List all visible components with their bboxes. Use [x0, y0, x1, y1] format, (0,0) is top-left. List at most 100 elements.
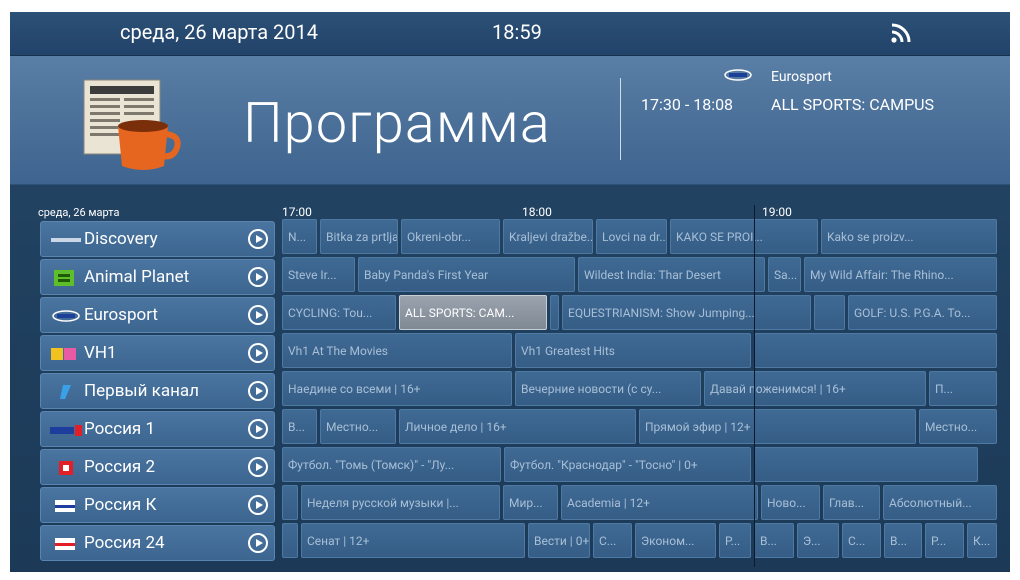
program-cell[interactable] [814, 295, 845, 330]
program-cell[interactable]: N... [282, 219, 317, 254]
now-playing-channel: Eurosport [771, 69, 832, 85]
rossiya-k-logo [55, 500, 75, 512]
channel-row[interactable]: Россия 24 [40, 525, 275, 561]
program-cell[interactable]: Прямой эфир | 12+ [639, 409, 916, 444]
program-row: CYCLING: Tou... ALL SPORTS: CAM... EQUESTR… [282, 295, 1000, 331]
program-cell[interactable]: Глав... [823, 485, 880, 520]
program-row: Сенат | 12+ Вести | 0+ С... Эконом... Р... В.… [282, 523, 1000, 559]
program-cell[interactable]: Baby Panda's First Year [358, 257, 575, 292]
program-cell[interactable]: Давай поженимся! | 16+ [704, 371, 926, 406]
program-row: N...Bitka za prtlja...Okreni-obr...Kralj… [282, 219, 1000, 255]
play-icon[interactable] [248, 533, 268, 553]
rossiya-24-logo [55, 538, 75, 550]
program-row: Футбол. "Томь (Томск)" - "Лу... Футбол. "… [282, 447, 1000, 483]
program-cell[interactable] [754, 333, 997, 368]
program-cell[interactable]: К... [967, 523, 997, 558]
program-cell[interactable]: Lovci na dr... [596, 219, 667, 254]
vh1-logo [51, 348, 76, 360]
program-cell[interactable]: Steve Ir... [282, 257, 355, 292]
program-cell[interactable] [754, 447, 978, 482]
program-cell[interactable]: KAKO SE PROI... [670, 219, 818, 254]
status-time: 18:59 [492, 20, 542, 44]
program-cell[interactable]: С... [842, 523, 881, 558]
app-header: Программа Eurosport 17:30 - 18:08 ALL SP… [10, 56, 1010, 185]
program-cell[interactable]: П... [929, 371, 997, 406]
channel-name: Россия К [84, 495, 157, 515]
program-cell[interactable]: EQUESTRIANISM: Show Jumping... [562, 295, 811, 330]
play-icon[interactable] [248, 305, 268, 325]
program-cell[interactable]: В... [282, 409, 317, 444]
channel-row[interactable]: Eurosport [40, 297, 275, 333]
program-cell[interactable]: GOLF: U.S. P.G.A. To... [848, 295, 997, 330]
program-cell[interactable]: Okreni-obr... [401, 219, 500, 254]
program-cell[interactable]: CYCLING: Tou... [282, 295, 396, 330]
program-cell[interactable]: Academia | 12+ [561, 485, 758, 520]
play-icon[interactable] [248, 419, 268, 439]
channel-name: VH1 [84, 343, 117, 363]
channel-row[interactable]: Россия К [40, 487, 275, 523]
now-playing-title: ALL SPORTS: CAMPUS [771, 95, 935, 114]
program-cell[interactable]: Наедине со всеми | 16+ [282, 371, 512, 406]
program-cell[interactable]: Футбол. "Томь (Томск)" - "Лу... [282, 447, 501, 482]
channel-row[interactable]: VH1 [40, 335, 275, 371]
program-cell[interactable]: Неделя русской музыки |... [301, 485, 500, 520]
program-cell[interactable]: Местно... [320, 409, 396, 444]
program-cell[interactable]: Kako se proizv... [821, 219, 997, 254]
rossiya-2-logo [59, 461, 73, 475]
status-date: среда, 26 марта 2014 [120, 20, 319, 44]
channel-row[interactable]: Discovery [40, 221, 275, 257]
program-cell[interactable]: В... [884, 523, 922, 558]
channel-name: Россия 24 [84, 533, 165, 553]
program-cell[interactable] [282, 523, 298, 558]
rss-icon[interactable] [890, 22, 912, 44]
program-cell-selected[interactable]: ALL SPORTS: CAM... [399, 295, 547, 330]
program-cell[interactable]: Vh1 Greatest Hits [515, 333, 751, 368]
program-cell[interactable] [282, 485, 298, 520]
program-cell[interactable]: Мир... [503, 485, 558, 520]
play-icon[interactable] [248, 343, 268, 363]
program-cell[interactable]: Местно... [919, 409, 997, 444]
program-cell[interactable]: Футбол. "Краснодар" - "Тосно" | 0+ [504, 447, 751, 482]
program-cell[interactable]: Р... [925, 523, 964, 558]
channel-row[interactable]: Первый канал [40, 373, 275, 409]
guide-date: среда, 26 марта [38, 206, 120, 219]
program-row: Vh1 At The Movies Vh1 Greatest Hits [282, 333, 1000, 369]
program-cell[interactable]: My Wild Affair: The Rhino... [804, 257, 997, 292]
play-icon[interactable] [248, 381, 268, 401]
program-cell[interactable]: Э... [797, 523, 839, 558]
program-cell[interactable]: Sa... [768, 257, 801, 292]
play-icon[interactable] [248, 229, 268, 249]
channel-name: Россия 1 [84, 419, 156, 439]
program-cell[interactable]: В... [754, 523, 794, 558]
program-cell[interactable]: Сенат | 12+ [301, 523, 525, 558]
program-cell[interactable]: Эконом... [635, 523, 716, 558]
program-cell[interactable]: Вечерние новости (с су... [515, 371, 701, 406]
newspaper-coffee-icon [83, 79, 181, 170]
channel-row[interactable]: Animal Planet [40, 259, 275, 295]
channel-row[interactable]: Россия 1 [40, 411, 275, 447]
channel-row[interactable]: Россия 2 [40, 449, 275, 485]
time-tick: 17:00 [282, 205, 312, 219]
program-cell[interactable]: Kraljevi dražbe... [503, 219, 593, 254]
program-cell[interactable]: Ново... [761, 485, 820, 520]
program-row: Steve Ir... Baby Panda's First Year Wildes… [282, 257, 1000, 293]
play-icon[interactable] [248, 495, 268, 515]
program-cell[interactable]: Абсолютный... [883, 485, 997, 520]
program-cell[interactable]: Вести | 0+ [528, 523, 590, 558]
program-cell[interactable] [550, 295, 559, 330]
channel-name: Discovery [84, 229, 158, 249]
page-title: Программа [243, 90, 551, 156]
program-cell[interactable]: Vh1 At The Movies [282, 333, 512, 368]
program-cell[interactable]: Bitka za prtlja... [320, 219, 398, 254]
time-tick: 18:00 [522, 205, 552, 219]
rossiya-1-logo [50, 425, 82, 436]
play-icon[interactable] [248, 457, 268, 477]
play-icon[interactable] [248, 267, 268, 287]
status-bar: среда, 26 марта 2014 18:59 [10, 12, 1010, 56]
program-cell[interactable]: Личное дело | 16+ [399, 409, 636, 444]
program-cell[interactable]: С... [593, 523, 632, 558]
channel-name: Россия 2 [84, 457, 156, 477]
program-cell[interactable]: Р... [719, 523, 751, 558]
program-cell[interactable]: Wildest India: Thar Desert [578, 257, 765, 292]
tv-guide-screen: среда, 26 марта 2014 18:59 Программа Eur… [10, 12, 1010, 572]
